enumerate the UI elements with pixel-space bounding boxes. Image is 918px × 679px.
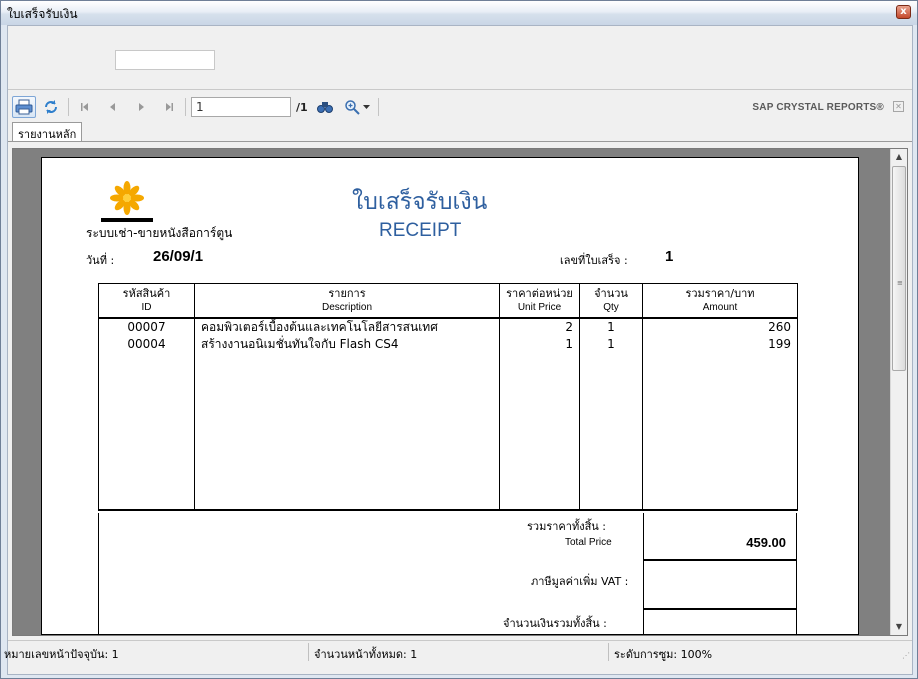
item-unit-price: 1	[499, 336, 580, 353]
status-zoom: ระดับการซูม: 100%	[614, 648, 713, 661]
column-header-id: รหัสสินค้า ID	[98, 283, 195, 319]
company-logo-icon	[101, 181, 153, 222]
receipt-title-english: RECEIPT	[379, 220, 462, 241]
refresh-icon	[45, 100, 57, 114]
item-qty: 1	[579, 336, 643, 353]
print-button[interactable]	[12, 96, 36, 118]
item-qty: 1	[579, 318, 643, 336]
scrollbar-thumb[interactable]: ≡	[892, 166, 906, 371]
table-row: 00004 สร้างงานอนิเมชั่นทันใจกับ Flash CS…	[98, 336, 798, 353]
find-button[interactable]	[315, 96, 335, 118]
toolbar-separator	[68, 98, 69, 116]
receipt-number-label: เลขที่ใบเสร็จ :	[560, 254, 628, 267]
zoom-button[interactable]	[342, 96, 372, 118]
column-header-qty: จำนวน Qty	[579, 283, 643, 319]
title-bar[interactable]: ใบเสร็จรับเงิน x	[1, 1, 917, 25]
report-toolbar: 1 /1 SAP CRYSTAL REPORTS® ✕	[8, 92, 912, 122]
grand-total-label: จำนวนเงินรวมทั้งสิ้น :	[503, 617, 607, 630]
first-page-icon	[81, 103, 88, 111]
status-current-page: หมายเลขหน้าปัจจุบัน: 1	[4, 648, 119, 661]
tab-main-report[interactable]: รายงานหลัก	[12, 122, 83, 142]
totals-divider	[643, 513, 644, 635]
chevron-down-icon	[363, 104, 370, 109]
next-page-icon	[139, 103, 144, 111]
company-name: ระบบเช่า-ขายหนังสือการ์ตูน	[86, 226, 233, 240]
total-price-label: รวมราคาทั้งสิ้น :	[527, 520, 607, 533]
next-page-button[interactable]	[132, 96, 150, 118]
toolbar-separator	[378, 98, 379, 116]
date-label: วันที่ :	[86, 254, 115, 267]
table-header-row: รหัสสินค้า ID รายการ Description ราคาต่อหน…	[98, 283, 798, 319]
toolbar-separator	[185, 98, 186, 116]
date-value: 26/09/1	[153, 248, 204, 265]
table-filler-row	[98, 353, 798, 511]
zoom-icon	[345, 100, 360, 115]
receipt-title-thai: ใบเสร็จรับเงิน	[352, 189, 488, 215]
item-id: 00004	[98, 336, 195, 353]
prev-page-icon	[110, 103, 115, 111]
report-window: ใบเสร็จรับเงิน x 1 /1 SAP CRYSTAL REPORT…	[0, 0, 918, 679]
brand-label: SAP CRYSTAL REPORTS®	[752, 102, 884, 113]
report-viewer[interactable]: ระบบเช่า-ขายหนังสือการ์ตูน ใบเสร็จรับเงิ…	[12, 148, 908, 636]
last-page-button[interactable]	[160, 96, 178, 118]
items-table: รหัสสินค้า ID รายการ Description ราคาต่อหน…	[98, 283, 798, 511]
totals-section: รวมราคาทั้งสิ้น : Total Price 459.00 ภาษ…	[98, 513, 797, 635]
client-area: 1 /1 SAP CRYSTAL REPORTS® ✕ รายงานหลัก ร…	[4, 25, 913, 675]
print-icon	[15, 99, 33, 115]
totals-divider	[643, 608, 797, 610]
close-icon[interactable]: ✕	[893, 101, 904, 112]
table-row: 00007 คอมพิวเตอร์เบื้องต้นและเทคโนโลยีสา…	[98, 318, 798, 336]
scroll-down-icon[interactable]: ▼	[891, 619, 907, 635]
column-header-description: รายการ Description	[194, 283, 500, 319]
grip-icon: ≡	[897, 279, 903, 287]
totals-divider	[643, 559, 797, 561]
column-header-unit-price: ราคาต่อหน่วย Unit Price	[499, 283, 580, 319]
report-page: ระบบเช่า-ขายหนังสือการ์ตูน ใบเสร็จรับเงิ…	[41, 157, 859, 635]
receipt-number-value: 1	[665, 248, 674, 265]
item-description: สร้างงานอนิเมชั่นทันใจกับ Flash CS4	[194, 336, 500, 353]
scroll-up-icon[interactable]: ▲	[891, 149, 907, 165]
window-title: ใบเสร็จรับเงิน	[7, 7, 78, 21]
close-button[interactable]: x	[896, 5, 911, 19]
status-bar: หมายเลขหน้าปัจจุบัน: 1 จำนวนหน้าทั้งหมด:…	[4, 640, 912, 662]
item-amount: 260	[642, 318, 798, 336]
item-description: คอมพิวเตอร์เบื้องต้นและเทคโนโลยีสารสนเทศ	[194, 318, 500, 336]
item-id: 00007	[98, 318, 195, 336]
prev-page-button[interactable]	[104, 96, 122, 118]
total-price-label-english: Total Price	[565, 537, 612, 548]
status-divider	[608, 643, 609, 661]
top-panel	[8, 26, 912, 90]
status-divider	[308, 643, 309, 661]
column-header-amount: รวมราคา/บาท Amount	[642, 283, 798, 319]
page-total-label: /1	[296, 101, 308, 114]
first-page-button[interactable]	[76, 96, 94, 118]
item-amount: 199	[642, 336, 798, 353]
vertical-scrollbar[interactable]: ▲ ≡ ▼	[890, 149, 907, 635]
total-price-value: 459.00	[746, 535, 786, 550]
page-number-input[interactable]: 1	[191, 97, 291, 117]
status-total-pages: จำนวนหน้าทั้งหมด: 1	[314, 648, 418, 661]
item-unit-price: 2	[499, 318, 580, 336]
find-icon	[317, 102, 333, 113]
refresh-button[interactable]	[40, 96, 62, 118]
last-page-icon	[166, 103, 173, 111]
tab-divider	[8, 141, 912, 142]
vat-label: ภาษีมูลค่าเพิ่ม VAT :	[531, 575, 629, 588]
top-text-field[interactable]	[115, 50, 215, 70]
resize-grip-icon[interactable]: ⋰	[902, 651, 910, 660]
